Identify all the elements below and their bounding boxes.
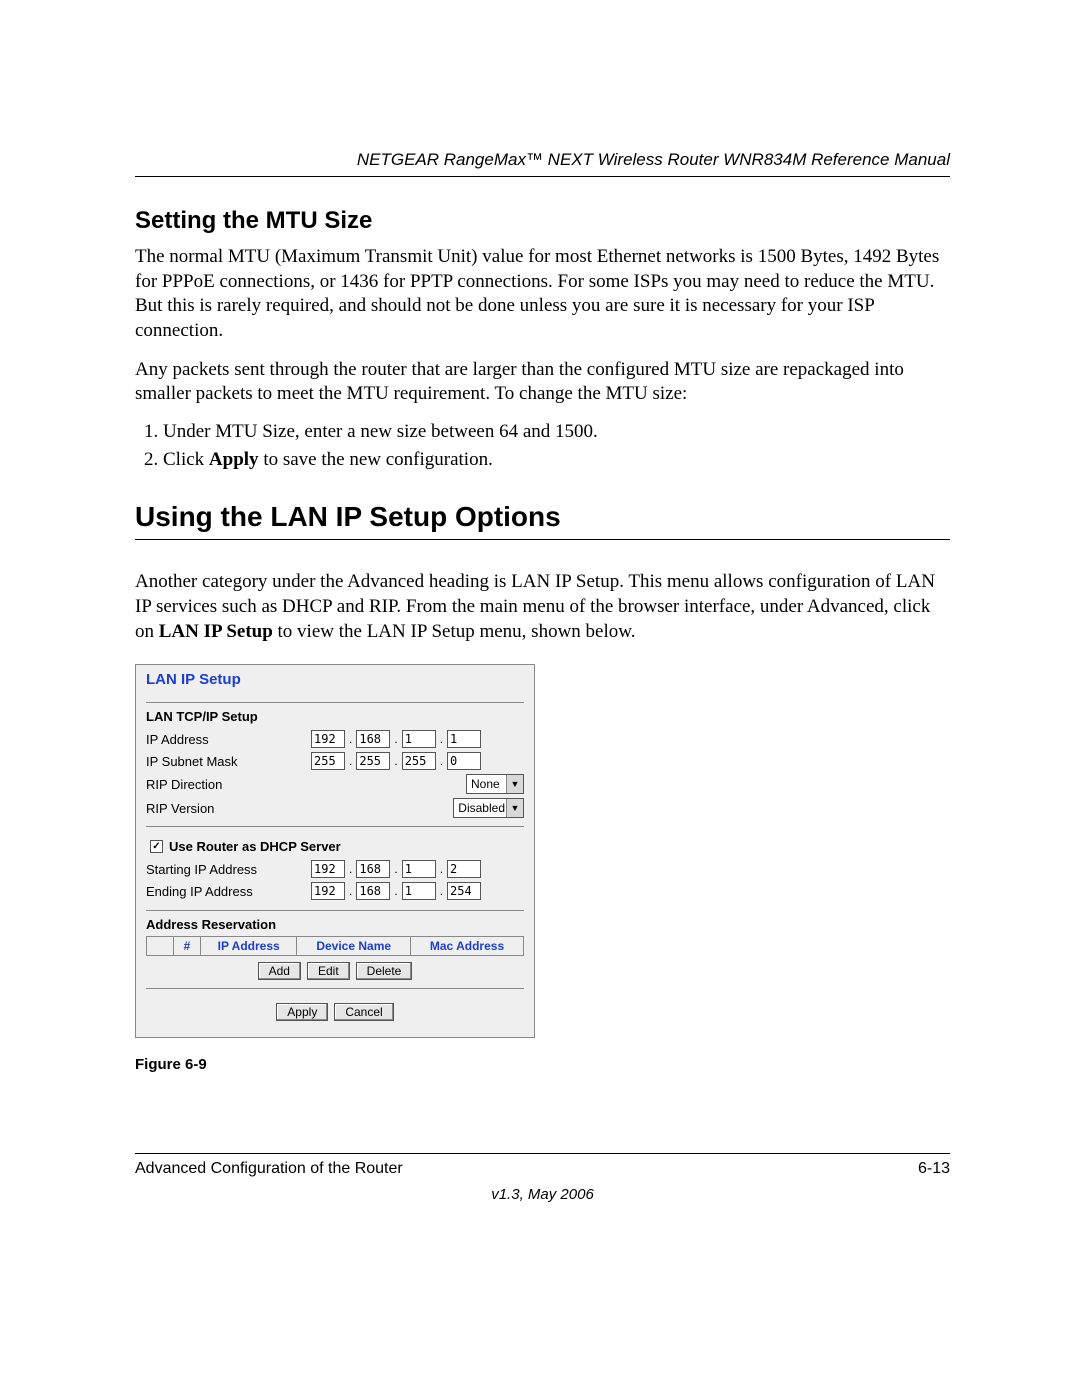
chevron-down-icon: ▼ [506,775,523,793]
rip-version-label: RIP Version [146,801,214,816]
tcpip-section-title: LAN TCP/IP Setup [146,702,524,724]
step-1-text: Under MTU Size, enter a new size between… [163,421,598,442]
dot-icon: . [438,754,445,768]
dot-icon: . [438,862,445,876]
end-octet-1[interactable] [311,882,345,900]
mask-octet-2[interactable] [356,752,390,770]
start-octet-4[interactable] [447,860,481,878]
lan-para: Another category under the Advanced head… [135,570,950,644]
start-octet-2[interactable] [356,860,390,878]
end-octet-3[interactable] [402,882,436,900]
ip-octet-4[interactable] [447,730,481,748]
lan-para-post: to view the LAN IP Setup menu, shown bel… [273,621,636,642]
starting-ip-row: Starting IP Address . . . [146,860,524,878]
start-octet-1[interactable] [311,860,345,878]
mask-octet-4[interactable] [447,752,481,770]
footer-rule: Advanced Configuration of the Router 6-1… [135,1153,950,1203]
mask-octet-1[interactable] [311,752,345,770]
dot-icon: . [392,754,399,768]
doc-header: NETGEAR RangeMax™ NEXT Wireless Router W… [135,150,950,177]
dot-icon: . [438,884,445,898]
table-header-row: # IP Address Device Name Mac Address [147,937,524,956]
col-select [147,937,174,956]
address-reservation-title: Address Reservation [146,910,524,932]
col-ip: IP Address [201,937,297,956]
cancel-button[interactable]: Cancel [334,1003,393,1021]
delete-button[interactable]: Delete [356,962,413,980]
footer-page-number: 6-13 [918,1160,950,1178]
step-2-pre: Click [163,449,209,470]
rip-direction-label: RIP Direction [146,777,222,792]
dot-icon: . [347,732,354,746]
ending-ip-label: Ending IP Address [146,884,311,899]
ip-octet-1[interactable] [311,730,345,748]
section-rule [135,539,950,540]
add-button[interactable]: Add [258,962,301,980]
subnet-row: IP Subnet Mask . . . [146,752,524,770]
step-2: Click Apply to save the new configuratio… [163,449,950,471]
rip-version-select[interactable]: Disabled ▼ [453,798,524,818]
mtu-steps: Under MTU Size, enter a new size between… [135,421,950,471]
rip-direction-value: None [471,777,500,791]
ip-octet-3[interactable] [402,730,436,748]
footer-left: Advanced Configuration of the Router [135,1160,403,1178]
dhcp-checkbox-label: Use Router as DHCP Server [169,839,341,854]
mask-octet-3[interactable] [402,752,436,770]
dhcp-checkbox[interactable]: ✓ [150,840,163,853]
mtu-para-2: Any packets sent through the router that… [135,358,950,407]
dhcp-section: ✓ Use Router as DHCP Server [146,826,524,854]
ip-octet-2[interactable] [356,730,390,748]
end-octet-2[interactable] [356,882,390,900]
lan-ip-setup-panel: LAN IP Setup LAN TCP/IP Setup IP Address… [135,664,535,1038]
lan-para-bold: LAN IP Setup [159,621,273,642]
ip-address-row: IP Address . . . [146,730,524,748]
section-lan-title: Using the LAN IP Setup Options [135,501,950,533]
step-2-bold: Apply [209,449,259,470]
rip-direction-row: RIP Direction None ▼ [146,774,524,794]
dot-icon: . [392,732,399,746]
ending-ip-row: Ending IP Address . . . [146,882,524,900]
reservation-buttons: Add Edit Delete [146,962,524,980]
rip-version-value: Disabled [458,801,505,815]
end-octet-4[interactable] [447,882,481,900]
col-mac: Mac Address [411,937,524,956]
start-octet-3[interactable] [402,860,436,878]
footer-version: v1.3, May 2006 [135,1186,950,1203]
reservation-table: # IP Address Device Name Mac Address [146,936,524,956]
dot-icon: . [392,884,399,898]
step-1: Under MTU Size, enter a new size between… [163,421,950,443]
edit-button[interactable]: Edit [307,962,350,980]
panel-title: LAN IP Setup [146,671,524,688]
chevron-down-icon: ▼ [506,799,523,817]
subnet-label: IP Subnet Mask [146,754,311,769]
panel-action-buttons: Apply Cancel [146,1003,524,1021]
section-mtu-title: Setting the MTU Size [135,207,950,235]
apply-button[interactable]: Apply [276,1003,328,1021]
dot-icon: . [438,732,445,746]
figure-caption: Figure 6-9 [135,1056,950,1073]
mtu-para-1: The normal MTU (Maximum Transmit Unit) v… [135,245,950,344]
dot-icon: . [347,862,354,876]
ip-address-label: IP Address [146,732,311,747]
col-num: # [174,937,201,956]
col-device: Device Name [297,937,411,956]
starting-ip-label: Starting IP Address [146,862,311,877]
rip-direction-select[interactable]: None ▼ [466,774,524,794]
rip-version-row: RIP Version Disabled ▼ [146,798,524,818]
dot-icon: . [392,862,399,876]
step-2-post: to save the new configuration. [259,449,493,470]
dot-icon: . [347,754,354,768]
dot-icon: . [347,884,354,898]
